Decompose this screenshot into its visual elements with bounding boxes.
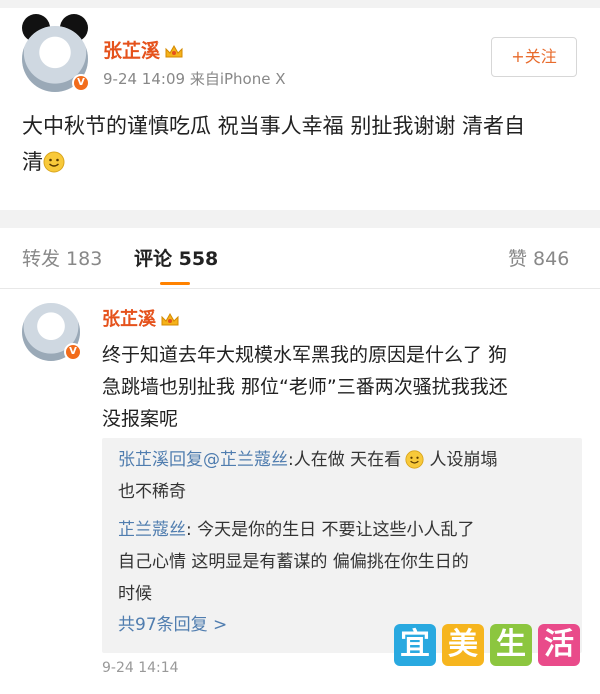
watermark-char-4: 活 xyxy=(538,624,580,666)
weibo-post: V 张芷溪 9-24 14:09 来自iPhone X +关注 大中秋节的谨慎吃… xyxy=(0,0,600,210)
reply-1-continued: 也不稀奇 xyxy=(118,482,186,502)
watermark-char-1: 宜 xyxy=(394,624,436,666)
post-content: 大中秋节的谨慎吃瓜 祝当事人幸福 别扯我谢谢 清者自 清 xyxy=(22,108,525,180)
comment-avatar[interactable]: V xyxy=(22,303,82,361)
post-top-divider xyxy=(0,0,600,8)
verified-v-icon: V xyxy=(72,74,90,92)
post-username[interactable]: 张芷溪 xyxy=(103,36,184,63)
tab-active-indicator xyxy=(160,282,190,285)
reply-1-author[interactable]: 张芷溪回复@芷兰蔻丝 xyxy=(118,450,288,470)
reply-1-text-a: :人在做 天在看 xyxy=(288,450,402,470)
more-replies-link[interactable]: 共97条回复 > xyxy=(118,610,227,635)
post-avatar[interactable]: V xyxy=(22,26,90,92)
watermark-char-3: 生 xyxy=(490,624,532,666)
comment-content: 终于知道去年大规模水军黑我的原因是什么了 狗 急跳墙也别扯我 那位“老师”三番两… xyxy=(102,339,508,435)
watermark-logo: 宜 美 生 活 xyxy=(394,624,580,666)
comment-item: V 张芷溪 终于知道去年大规模水军黑我的原因是什么了 狗 急跳墙也别扯我 那位“… xyxy=(0,289,600,694)
reply-box: 张芷溪回复@芷兰蔻丝:人在做 天在看 人设崩塌 也不稀奇 芷兰蔻丝: 今天是你的… xyxy=(102,438,582,653)
reply-2-text-a: : 今天是你的生日 不要让这些小人乱了 xyxy=(186,520,475,540)
crown-badge-icon xyxy=(161,312,179,326)
post-source: 来自iPhone X xyxy=(189,70,286,88)
comment-line-3: 没报案呢 xyxy=(102,408,179,430)
tab-comments[interactable]: 评论 558 xyxy=(134,244,218,271)
post-content-line-1: 大中秋节的谨慎吃瓜 祝当事人幸福 别扯我谢谢 清者自 xyxy=(22,114,526,138)
interaction-tabs: 转发 183 评论 558 赞 846 xyxy=(0,228,600,288)
post-meta: 9-24 14:09 来自iPhone X xyxy=(103,68,286,89)
reply-1[interactable]: 张芷溪回复@芷兰蔻丝:人在做 天在看 人设崩塌 xyxy=(118,444,498,476)
post-time: 9-24 14:09 xyxy=(103,70,186,88)
reply-2-line-2: 自己心情 这明显是有蓄谋的 偏偏挑在你生日的 xyxy=(118,552,469,572)
smile-emoji-icon xyxy=(43,151,65,173)
comment-line-1: 终于知道去年大规模水军黑我的原因是什么了 狗 xyxy=(102,344,508,366)
follow-button[interactable]: +关注 xyxy=(491,37,577,77)
post-content-line-2: 清 xyxy=(22,144,525,180)
reply-2-author[interactable]: 芷兰蔻丝 xyxy=(118,520,186,540)
comment-username[interactable]: 张芷溪 xyxy=(102,305,180,331)
comment-line-2: 急跳墙也别扯我 那位“老师”三番两次骚扰我我还 xyxy=(102,376,508,398)
comment-time: 9-24 14:14 xyxy=(102,660,179,676)
reply-2-line-3: 时候 xyxy=(118,584,152,604)
reply-1-text-b: 人设崩塌 xyxy=(424,450,498,470)
section-gap xyxy=(0,210,600,228)
verified-v-icon: V xyxy=(64,343,82,361)
watermark-char-2: 美 xyxy=(442,624,484,666)
tab-repost[interactable]: 转发 183 xyxy=(22,244,102,271)
reply-2[interactable]: 芷兰蔻丝: 今天是你的生日 不要让这些小人乱了 xyxy=(118,514,475,546)
crown-badge-icon xyxy=(165,44,183,57)
tab-likes[interactable]: 赞 846 xyxy=(508,244,569,271)
smile-emoji-icon xyxy=(405,450,424,469)
